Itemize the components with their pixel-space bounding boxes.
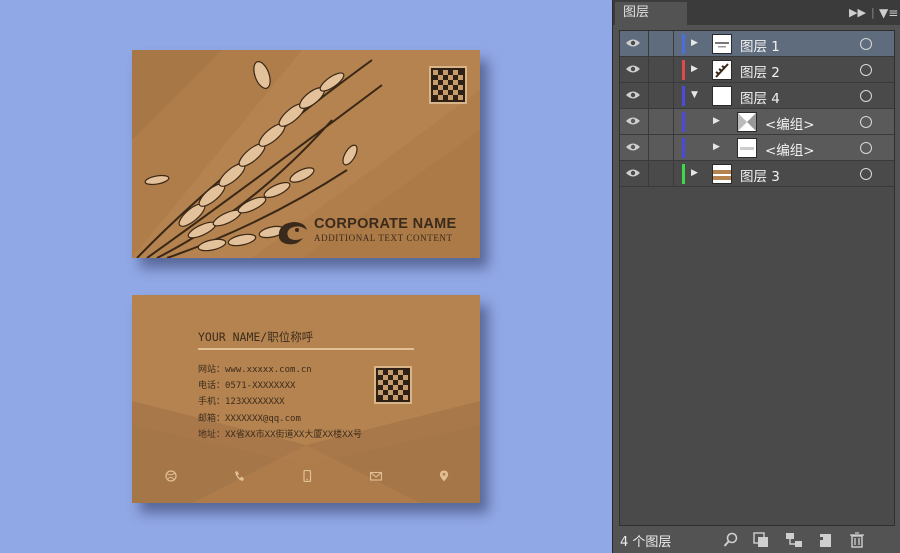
visibility-eye-icon[interactable]: [625, 90, 641, 100]
target-circle-icon[interactable]: [860, 64, 872, 76]
business-card-front[interactable]: CORPORATE NAME ADDITIONAL TEXT CONTENT: [132, 50, 480, 258]
layer-color-bar: [682, 112, 685, 132]
panel-menu-icon[interactable]: ▼≡: [879, 6, 898, 20]
tab-layers[interactable]: 图层: [615, 2, 687, 25]
layer-thumbnail: [712, 86, 732, 106]
layer-thumbnail: [737, 112, 757, 132]
sublayer-row[interactable]: ▶ <编组>: [620, 109, 894, 135]
panel-footer: 4 个图层: [613, 527, 900, 553]
group-name[interactable]: <编组>: [765, 139, 815, 159]
artboard-canvas[interactable]: CORPORATE NAME ADDITIONAL TEXT CONTENT Y…: [0, 0, 612, 553]
panel-header: 图层 ▶▶ | ▼≡: [613, 0, 900, 25]
layer-thumbnail: [712, 60, 732, 80]
group-name[interactable]: <编组>: [765, 113, 815, 133]
collapse-arrow-icon[interactable]: ▼: [691, 90, 698, 100]
layer-row-2[interactable]: ▶ 图层 2: [620, 57, 894, 83]
layer-list[interactable]: ▶ 图层 1 ▶ 图层 2 ▼ 图层 4 ▶ <编组> ▶ <编组> ▶ 图层 …: [619, 30, 895, 526]
target-circle-icon[interactable]: [860, 116, 872, 128]
layer-color-bar: [682, 86, 685, 106]
business-card-back[interactable]: YOUR NAME/职位称呼 网站：www.xxxxx.com.cn 电话：05…: [132, 295, 480, 503]
locate-object-icon[interactable]: [723, 532, 739, 548]
target-circle-icon[interactable]: [860, 168, 872, 180]
contact-website: 网站：www.xxxxx.com.cn: [198, 365, 312, 375]
target-circle-icon[interactable]: [860, 142, 872, 154]
expand-arrow-icon[interactable]: ▶: [691, 38, 698, 48]
company-logo-icon: [278, 222, 307, 245]
mail-icon: [370, 471, 382, 481]
layer-name[interactable]: 图层 4: [740, 87, 780, 107]
layer-thumbnail: [712, 34, 732, 54]
layer-thumbnail: [737, 138, 757, 158]
make-clipping-mask-icon[interactable]: [753, 532, 769, 548]
collapse-panel-icon[interactable]: ▶▶: [849, 6, 866, 19]
expand-arrow-icon[interactable]: ▶: [713, 142, 720, 152]
contact-phone: 电话：0571-XXXXXXXX: [198, 381, 296, 391]
layer-thumbnail: [712, 164, 732, 184]
phone-icon: [235, 471, 244, 481]
layer-row-4[interactable]: ▼ 图层 4: [620, 83, 894, 109]
visibility-eye-icon[interactable]: [625, 168, 641, 178]
layer-name[interactable]: 图层 2: [740, 61, 780, 81]
layer-name[interactable]: 图层 1: [740, 35, 780, 55]
visibility-eye-icon[interactable]: [625, 38, 641, 48]
layer-color-bar: [682, 60, 685, 80]
your-name-title: YOUR NAME/职位称呼: [198, 330, 314, 344]
layer-color-bar: [682, 164, 685, 184]
expand-arrow-icon[interactable]: ▶: [691, 168, 698, 178]
corporate-subtitle: ADDITIONAL TEXT CONTENT: [314, 233, 453, 243]
layer-row-1[interactable]: ▶ 图层 1: [620, 31, 894, 57]
layer-color-bar: [682, 138, 685, 158]
contact-email: 邮箱：XXXXXXX@qq.com: [198, 414, 301, 424]
location-pin-icon: [439, 470, 449, 482]
layer-row-3[interactable]: ▶ 图层 3: [620, 161, 894, 187]
contact-address: 地址：XX省XX市XX街道XX大厦XX楼XX号: [198, 430, 363, 440]
qr-code-back: [374, 366, 412, 404]
mobile-icon: [303, 470, 312, 482]
qr-code-front: [429, 66, 467, 104]
layer-name[interactable]: 图层 3: [740, 165, 780, 185]
target-circle-icon[interactable]: [860, 38, 872, 50]
create-sublayer-icon[interactable]: [785, 532, 803, 548]
contact-mobile: 手机：123XXXXXXXX: [198, 397, 285, 407]
new-layer-icon[interactable]: [817, 532, 833, 548]
target-circle-icon[interactable]: [860, 90, 872, 102]
visibility-eye-icon[interactable]: [625, 142, 641, 152]
visibility-eye-icon[interactable]: [625, 116, 641, 126]
visibility-eye-icon[interactable]: [625, 64, 641, 74]
layer-color-bar: [682, 34, 685, 54]
layers-panel[interactable]: 图层 ▶▶ | ▼≡ ▶ 图层 1 ▶ 图层 2 ▼ 图层 4 ▶ <编组> ▶…: [612, 0, 900, 553]
corporate-name: CORPORATE NAME: [314, 216, 457, 232]
name-underline: [198, 348, 414, 350]
delete-layer-icon[interactable]: [849, 532, 865, 548]
expand-arrow-icon[interactable]: ▶: [691, 64, 698, 74]
layer-count: 4 个图层: [620, 535, 672, 550]
dribbble-icon: [165, 470, 177, 482]
expand-arrow-icon[interactable]: ▶: [713, 116, 720, 126]
sublayer-row[interactable]: ▶ <编组>: [620, 135, 894, 161]
